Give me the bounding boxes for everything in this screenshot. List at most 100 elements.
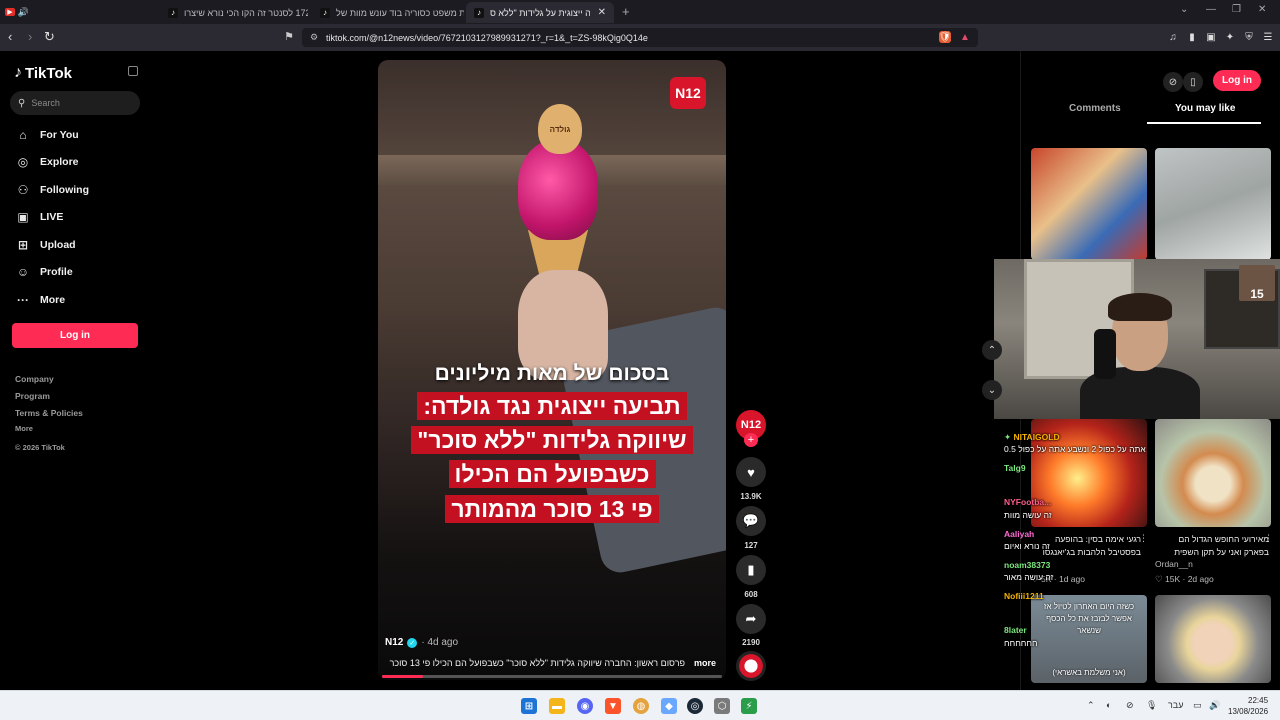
brave-shields-icon[interactable]: 🛡 — [939, 31, 951, 43]
card-options-icon[interactable]: ⋮ — [1139, 533, 1148, 544]
phone-icon[interactable]: ▯ — [1183, 72, 1203, 92]
sidebar-item-live[interactable]: ▣ LIVE — [14, 207, 63, 227]
reload-icon[interactable]: ↻ — [44, 29, 55, 45]
scroll-up-icon[interactable]: ⌃ — [982, 340, 1002, 360]
tray-app-icon[interactable]: ◐ — [1106, 700, 1111, 710]
sidebar-item-profile[interactable]: ☺ Profile — [14, 262, 73, 282]
sidebar-item-for-you[interactable]: ⌂ For You — [14, 125, 79, 145]
compass-icon: ◎ — [17, 155, 29, 169]
discord-icon[interactable]: ◉ — [577, 698, 593, 714]
login-button[interactable]: Log in — [12, 323, 138, 348]
tiktok-logo-text: TikTok — [25, 64, 72, 82]
browser-tab-3-active[interactable]: ♪ תביעה ייצוגית על גלידות "ללא ס... ✕ — [466, 2, 614, 23]
sidebar-item-upload[interactable]: ⊞ Upload — [14, 235, 76, 255]
browser-tab-bar: ▶ 🔊 ♪ קו 172 לסנטר זה הקו הכי נורא שיצרו… — [0, 0, 1280, 24]
close-window-icon[interactable]: ✕ — [1258, 4, 1266, 15]
profile-icon: ☺ — [16, 265, 30, 279]
site-info-icon[interactable]: ⚙ — [310, 32, 318, 43]
app-icon[interactable]: ◆ — [661, 698, 677, 714]
author-name[interactable]: N12 — [385, 637, 403, 648]
video-card-author[interactable]: Ordan__n — [1155, 559, 1193, 569]
footer-link-more[interactable]: More — [15, 424, 33, 433]
sound-disc[interactable] — [736, 651, 766, 681]
close-tab-icon[interactable]: ✕ — [598, 7, 606, 18]
tab-comments[interactable]: Comments — [1069, 103, 1121, 123]
microphone-icon[interactable]: 🎙 — [1146, 700, 1157, 711]
comment-button[interactable]: 💬 — [736, 506, 766, 536]
collapse-sidebar-icon[interactable] — [128, 66, 138, 76]
address-bar[interactable]: ⚙ tiktok.com/@n12news/video/767210312798… — [302, 28, 978, 47]
footer-link-program[interactable]: Program — [15, 391, 50, 401]
chat-username: 8later — [1004, 625, 1027, 635]
back-icon[interactable]: ‹ — [8, 29, 12, 44]
recommended-video-thumb[interactable] — [1031, 148, 1147, 260]
tray-chevron-icon[interactable]: ⌃ — [1087, 700, 1095, 711]
comment-count: 127 — [744, 541, 758, 550]
search-input[interactable]: ⚲ Search — [10, 91, 140, 115]
sidebar-item-label: For You — [40, 129, 79, 141]
headline-text: תביעה ייצוגית נגד גולדה: — [417, 392, 687, 420]
brave-browser-icon[interactable]: ▼ — [605, 698, 621, 714]
video-player[interactable]: גולדה N12 בסכום של מאות מיליונים תביעה י… — [378, 60, 726, 680]
video-progress-bar[interactable] — [382, 675, 722, 678]
system-clock[interactable]: 22:45 13/08/2026 — [1228, 695, 1268, 717]
footer-link-company[interactable]: Company — [15, 374, 54, 384]
forward-icon[interactable]: › — [28, 29, 32, 44]
bookmark-icon[interactable]: ⚑ — [284, 30, 294, 43]
active-tab-indicator — [1147, 122, 1261, 124]
file-explorer-icon[interactable]: ▬ — [549, 698, 565, 714]
footer-link-terms[interactable]: Terms & Policies — [15, 408, 83, 418]
tiktok-logo[interactable]: ♪ TikTok — [14, 64, 72, 82]
headline-line-3: כשבפועל הם הכילו — [378, 460, 726, 488]
tab-list-chevron-icon[interactable]: ⌄ — [1180, 4, 1188, 15]
like-button[interactable]: ♥ — [736, 457, 766, 487]
menu-icon[interactable]: ☰ — [1262, 31, 1274, 43]
leo-ai-icon[interactable]: ✦ — [1224, 31, 1236, 43]
sidebar-toggle-icon[interactable]: ▮ — [1186, 31, 1198, 43]
follow-plus-icon[interactable]: + — [744, 433, 758, 447]
brave-rewards-icon[interactable]: ▲ — [959, 31, 971, 43]
wallet-icon[interactable]: ▣ — [1205, 31, 1217, 43]
tab-you-may-like[interactable]: You may like — [1175, 103, 1235, 123]
windows-start-icon[interactable]: ⊞ — [521, 698, 537, 714]
video-card-title[interactable]: מאירועי החופש הגדול הם בפארק ואני על תקן… — [1155, 533, 1269, 559]
maximize-icon[interactable]: ❐ — [1232, 4, 1241, 15]
browser-tab-1[interactable]: ♪ קו 172 לסנטר זה הקו הכי נורא שיצרו — [160, 2, 308, 23]
tab-audio-indicator[interactable]: ▶ 🔊 — [0, 0, 34, 24]
input-language[interactable]: עבר — [1168, 700, 1183, 710]
recommended-video-thumb[interactable] — [1155, 419, 1271, 527]
vpn-icon[interactable]: ⛨ — [1243, 31, 1255, 43]
media-icon[interactable]: ♫ — [1167, 31, 1179, 43]
heart-outline-icon: ♡ — [1155, 574, 1163, 584]
webcam-microphone — [1094, 329, 1116, 379]
minimize-icon[interactable]: — — [1206, 4, 1216, 15]
header-login-button[interactable]: Log in — [1213, 70, 1261, 91]
n12-channel-badge: N12 — [670, 77, 706, 109]
sidebar-item-explore[interactable]: ◎ Explore — [14, 152, 79, 172]
save-button[interactable]: ▮ — [736, 555, 766, 585]
sidebar-item-following[interactable]: ⚇ Following — [14, 180, 89, 200]
share-button[interactable]: ➦ — [736, 604, 766, 634]
volume-icon[interactable]: 🔊 — [1209, 700, 1220, 711]
app-icon[interactable]: ⚡ — [741, 698, 757, 714]
app-icon[interactable]: ⬡ — [714, 698, 730, 714]
recommended-video-thumb[interactable]: כשזה היום האחרון לטיול אז אפשר לבזבז את … — [1031, 595, 1147, 683]
obs-icon[interactable]: ◍ — [633, 698, 649, 714]
sidebar-item-more[interactable]: ··· More — [14, 290, 65, 310]
scroll-down-icon[interactable]: ⌄ — [982, 380, 1002, 400]
bookmark-icon: ▮ — [747, 562, 755, 577]
coin-icon[interactable]: ⊘ — [1163, 72, 1183, 92]
network-icon[interactable]: ▭ — [1193, 700, 1202, 711]
headline-top: בסכום של מאות מיליונים — [434, 362, 670, 385]
sidebar-item-label: Upload — [40, 239, 76, 251]
steam-icon[interactable]: ◎ — [687, 698, 703, 714]
tray-app-icon[interactable]: ⊘ — [1126, 700, 1134, 711]
browser-tab-2[interactable]: ♪ בית משפט כסוריה בוד עונש מוות של... — [312, 2, 464, 23]
caption-more-link[interactable]: more — [694, 658, 716, 668]
recommended-video-thumb[interactable] — [1155, 148, 1271, 260]
recommended-video-thumb[interactable] — [1155, 595, 1271, 683]
chat-message: זה עושה מאור — [1004, 572, 1054, 582]
following-icon: ⚇ — [17, 183, 29, 197]
new-tab-button[interactable]: + — [622, 4, 630, 19]
card-options-icon[interactable]: ⋮ — [1264, 533, 1273, 544]
